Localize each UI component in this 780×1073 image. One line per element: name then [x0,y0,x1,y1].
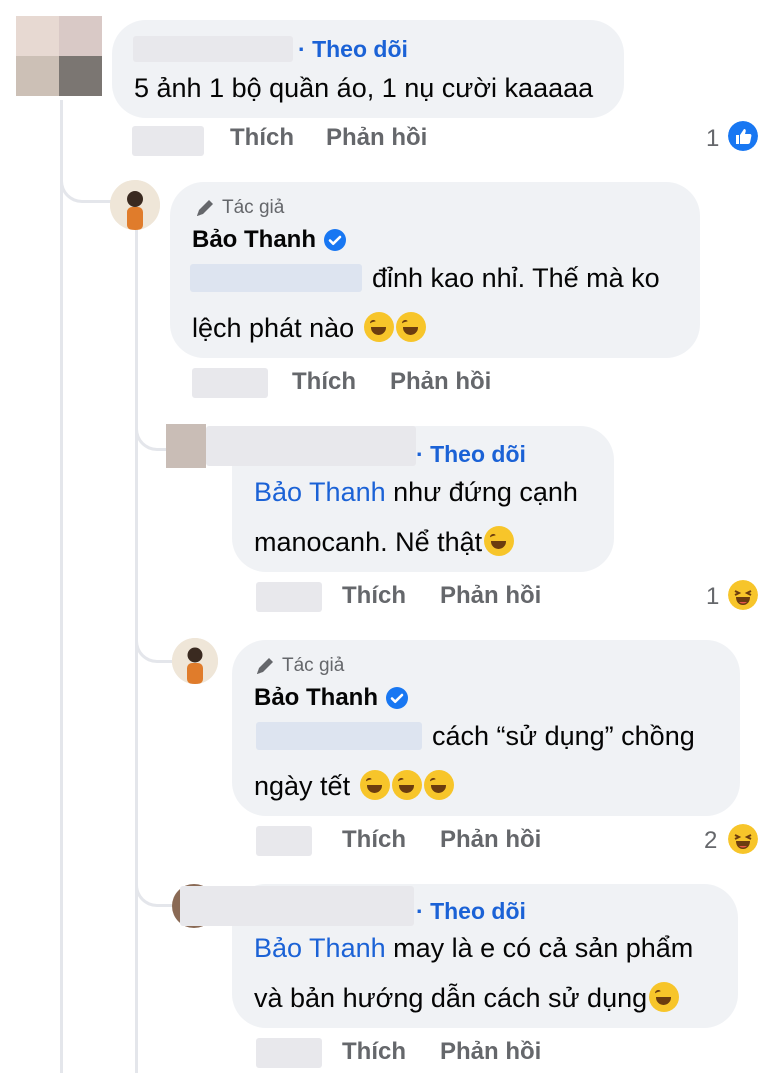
follow-link[interactable]: · Theo dõi [416,441,526,468]
like-button[interactable]: Thích [292,368,356,396]
blurred-timestamp [256,1038,322,1068]
like-button[interactable]: Thích [342,582,406,610]
like-button[interactable]: Thích [230,124,294,152]
reply-button[interactable]: Phản hồi [326,124,427,152]
blurred-username [206,426,416,466]
author-avatar[interactable] [172,638,218,684]
rofl-emoji [649,982,680,1012]
rofl-emoji [484,526,515,556]
reaction-count[interactable]: 1 [706,125,719,153]
author-tag: Tác giả [194,197,284,219]
comment-text: cách “sử dụng” chồng [432,721,695,751]
avatar[interactable] [166,424,206,468]
follow-link[interactable]: · Theo dõi [298,36,408,63]
reaction-count[interactable]: 2 [704,827,717,855]
blurred-timestamp [256,582,322,612]
blurred-timestamp [132,126,204,156]
reply-button[interactable]: Phản hồi [440,826,541,854]
rofl-emoji [391,770,422,800]
author-name[interactable]: Bảo Thanh [192,226,346,254]
reaction-count[interactable]: 1 [706,583,719,611]
like-button[interactable]: Thích [342,826,406,854]
blurred-mention [256,722,422,750]
rofl-emoji [423,770,454,800]
avatar[interactable] [16,16,102,96]
reply-button[interactable]: Phản hồi [440,1038,541,1066]
comment-text: ngày tết [254,760,454,812]
thread-line [60,100,63,1073]
blurred-timestamp [256,826,312,856]
comment-text: lệch phát nào [192,302,426,354]
blurred-username [133,36,293,62]
verified-badge-icon [324,229,346,251]
rofl-emoji [363,312,394,342]
verified-badge-icon [386,687,408,709]
like-icon [728,121,758,151]
pen-icon [257,658,273,674]
thread-connector [135,860,178,907]
comment-text: đỉnh kao nhỉ. Thế mà ko [372,263,660,293]
thread-connector [60,150,115,203]
follow-link[interactable]: · Theo dõi [416,898,526,925]
reply-button[interactable]: Phản hồi [440,582,541,610]
like-button[interactable]: Thích [342,1038,406,1066]
comment-text: Bảo Thanh may là e có cả sản phẩm [254,933,694,963]
comment-text: và bản hướng dẫn cách sử dụng [254,972,680,1024]
comment-text: manocanh. Nể thật [254,516,515,568]
blurred-timestamp [192,368,268,398]
comment-text: 5 ảnh 1 bộ quần áo, 1 nụ cười kaaaaa [134,73,594,103]
blurred-mention [190,264,362,292]
haha-icon [728,824,758,854]
author-avatar[interactable] [110,180,160,230]
pen-icon [197,200,213,216]
rofl-emoji [359,770,390,800]
comment-text: Bảo Thanh như đứng cạnh [254,477,578,507]
author-name[interactable]: Bảo Thanh [254,684,408,712]
blurred-username [180,886,414,926]
mention-link[interactable]: Bảo Thanh [254,477,386,507]
rofl-emoji [395,312,426,342]
reply-button[interactable]: Phản hồi [390,368,491,396]
mention-link[interactable]: Bảo Thanh [254,933,386,963]
author-tag: Tác giả [254,655,344,677]
haha-icon [728,580,758,610]
